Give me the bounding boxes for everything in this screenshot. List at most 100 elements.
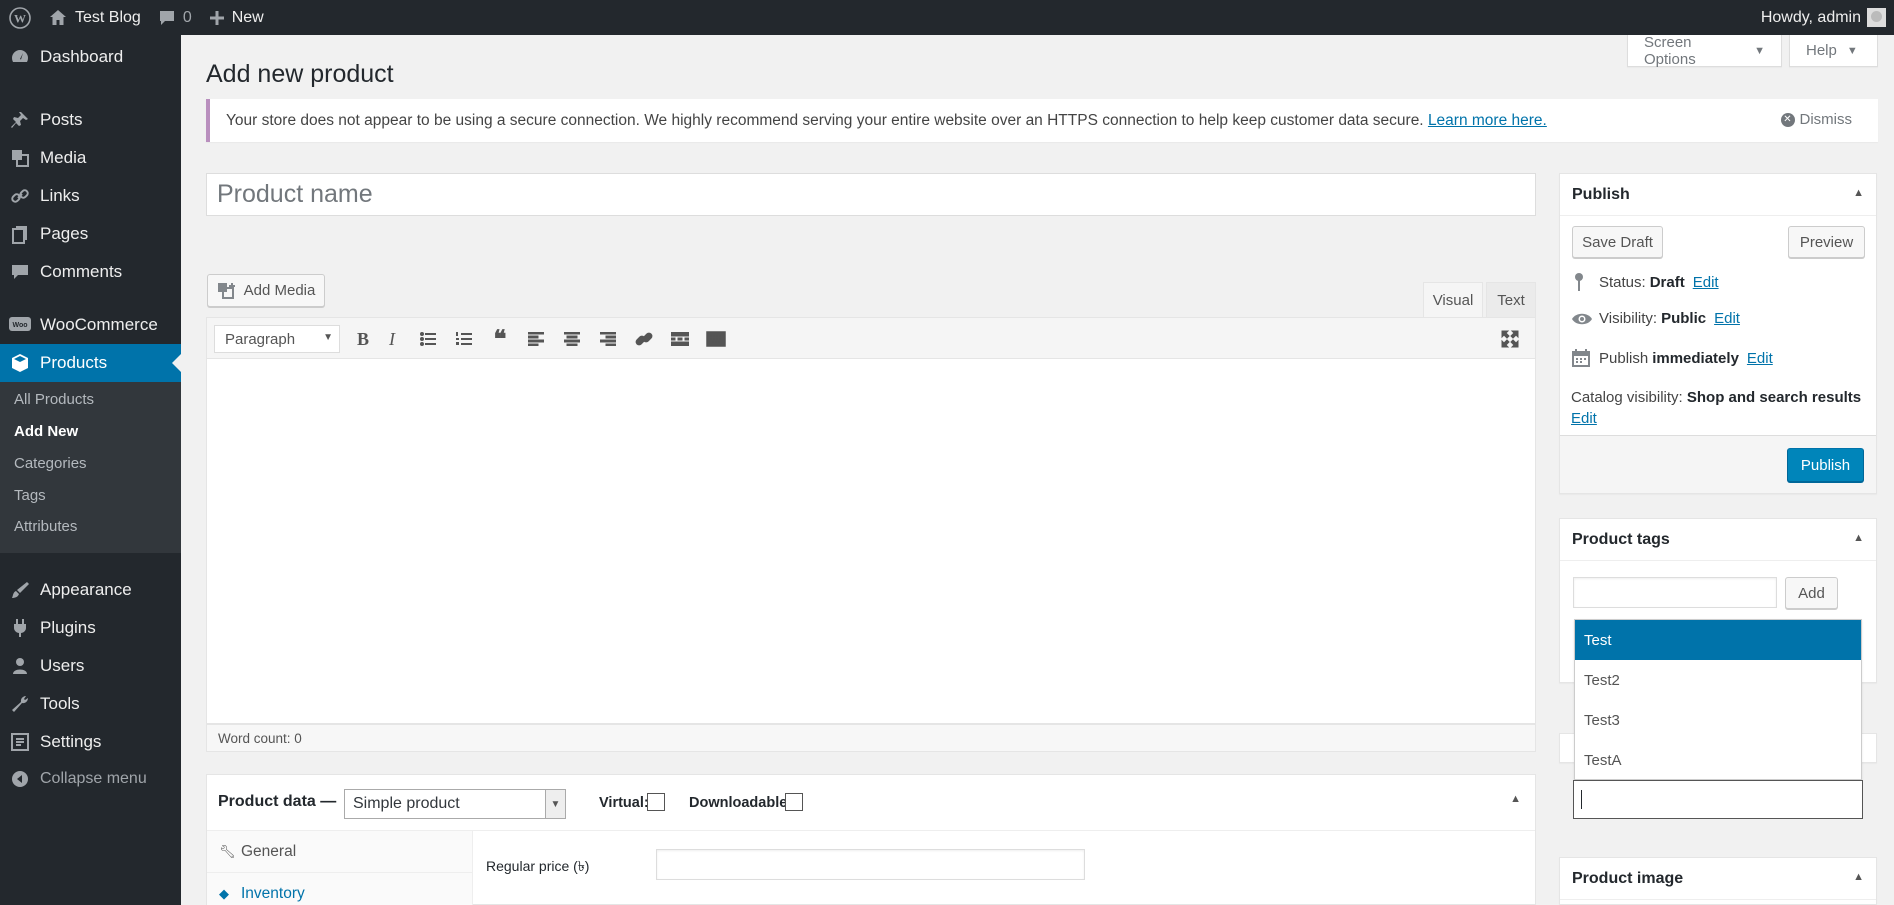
collapse-menu-button[interactable]: Collapse menu <box>0 760 181 798</box>
learn-more-link[interactable]: Learn more here. <box>1428 112 1547 130</box>
sidebar-item-woocommerce[interactable]: Woo WooCommerce <box>0 306 181 344</box>
wordpress-logo-icon[interactable]: W <box>0 0 40 35</box>
sidebar-item-settings[interactable]: Settings <box>0 723 181 761</box>
sidebar-item-dashboard[interactable]: Dashboard <box>0 38 181 76</box>
sidebar-item-pages[interactable]: Pages <box>0 215 181 253</box>
edit-catalog-visibility-link[interactable]: Edit <box>1571 410 1597 427</box>
save-draft-button[interactable]: Save Draft <box>1572 226 1663 258</box>
help-button[interactable]: Help ▼ <box>1789 35 1878 67</box>
products-icon <box>0 353 40 373</box>
italic-icon: I <box>389 328 395 349</box>
new-content-link[interactable]: New <box>201 0 273 35</box>
tab-general[interactable]: 🔧︎ General <box>207 831 473 873</box>
my-account-menu[interactable]: Howdy, admin <box>1752 0 1894 35</box>
submenu-attributes[interactable]: Attributes <box>14 518 77 535</box>
edit-visibility-link[interactable]: Edit <box>1714 310 1740 327</box>
submenu-add-new[interactable]: Add New <box>14 423 78 440</box>
editor-toolbar: Paragraph ▼ B I ❝ <box>206 317 1536 359</box>
collapse-toggle-icon[interactable]: ▲ <box>1853 871 1864 883</box>
virtual-checkbox[interactable] <box>647 793 665 811</box>
tab-text[interactable]: Text <box>1486 282 1536 317</box>
tag-search-input[interactable] <box>1573 780 1863 819</box>
comments-link[interactable]: 0 <box>150 0 201 35</box>
downloadable-checkbox[interactable] <box>785 793 803 811</box>
dismiss-button[interactable]: ✕ Dismiss <box>1780 111 1853 128</box>
product-type-value: Simple product <box>353 795 460 812</box>
tag-suggestion-item[interactable]: Test <box>1575 620 1861 660</box>
publish-actions: Publish <box>1560 435 1876 493</box>
format-select[interactable]: Paragraph ▼ <box>214 325 340 353</box>
regular-price-input[interactable] <box>656 849 1085 880</box>
collapse-toggle-icon[interactable]: ▲ <box>1510 793 1521 805</box>
sidebar-item-links[interactable]: Links <box>0 177 181 215</box>
tab-inventory[interactable]: ◆ Inventory <box>207 873 473 905</box>
sidebar-item-posts[interactable]: Posts <box>0 101 181 139</box>
tab-visual[interactable]: Visual <box>1423 282 1483 317</box>
editor-content-area[interactable] <box>206 359 1536 724</box>
screen-options-button[interactable]: Screen Options ▼ <box>1627 34 1782 68</box>
bold-button[interactable]: B <box>349 326 377 352</box>
dismiss-label: Dismiss <box>1799 111 1853 128</box>
blockquote-button[interactable]: ❝ <box>486 326 514 353</box>
sidebar-item-label: Links <box>40 186 80 205</box>
catalog-visibility-row: Catalog visibility: Shop and search resu… <box>1571 387 1871 429</box>
product-tags-header[interactable]: Product tags ▲ <box>1560 519 1876 561</box>
publish-box-header[interactable]: Publish ▲ <box>1560 174 1876 216</box>
align-right-button[interactable] <box>594 326 622 352</box>
product-name-input[interactable]: Product name <box>206 173 1536 216</box>
add-media-icon <box>217 282 235 299</box>
preview-button[interactable]: Preview <box>1788 226 1865 258</box>
submenu-tags[interactable]: Tags <box>14 487 46 504</box>
toolbar-toggle-button[interactable] <box>702 326 730 352</box>
sidebar-item-media[interactable]: Media <box>0 139 181 177</box>
sidebar-item-appearance[interactable]: Appearance <box>0 571 181 609</box>
caret-down-icon: ▼ <box>323 332 333 343</box>
publish-value: immediately <box>1652 349 1739 367</box>
bullet-list-icon <box>420 332 436 346</box>
sidebar-item-tools[interactable]: Tools <box>0 685 181 723</box>
publish-box: Publish ▲ Save Draft Preview Status: Draf… <box>1559 173 1877 494</box>
product-image-header[interactable]: Product image ▲ <box>1560 858 1876 900</box>
chevron-down-icon: ▼ <box>545 790 565 818</box>
howdy-text: Howdy, admin <box>1760 8 1861 26</box>
site-name-link[interactable]: Test Blog <box>40 0 150 35</box>
fullscreen-button[interactable] <box>1496 326 1524 352</box>
read-more-button[interactable] <box>666 326 694 352</box>
publish-button[interactable]: Publish <box>1787 448 1864 482</box>
collapse-toggle-icon[interactable]: ▲ <box>1853 532 1864 544</box>
downloadable-label: Downloadable: <box>689 795 793 811</box>
plugin-icon <box>0 618 40 638</box>
text-cursor <box>1581 790 1582 809</box>
product-type-select[interactable]: Simple product ▼ <box>344 789 566 819</box>
collapse-arrow-icon <box>0 770 40 788</box>
align-center-button[interactable] <box>558 326 586 352</box>
eye-icon <box>1571 311 1599 327</box>
add-media-button[interactable]: Add Media <box>207 274 325 307</box>
add-tag-button[interactable]: Add <box>1785 577 1838 609</box>
collapse-toggle-icon[interactable]: ▲ <box>1853 187 1864 199</box>
align-left-button[interactable] <box>522 326 550 352</box>
tag-suggestion-item[interactable]: Test2 <box>1575 660 1861 700</box>
tag-suggestion-item[interactable]: TestA <box>1575 740 1861 780</box>
plus-icon <box>209 10 224 25</box>
notice-text: Your store does not appear to be using a… <box>226 111 1424 129</box>
submenu-all-products[interactable]: All Products <box>14 391 94 408</box>
word-count: Word count: 0 <box>218 730 302 746</box>
sidebar-item-products[interactable]: Products <box>0 344 181 382</box>
submenu-categories[interactable]: Categories <box>14 455 87 472</box>
align-left-icon <box>528 332 544 346</box>
numbered-list-button[interactable] <box>450 326 478 352</box>
edit-status-link[interactable]: Edit <box>1693 274 1719 291</box>
bullet-list-button[interactable] <box>414 326 442 352</box>
insert-link-button[interactable] <box>630 326 658 352</box>
tag-input[interactable] <box>1573 577 1777 608</box>
sidebar-item-comments[interactable]: Comments <box>0 253 181 291</box>
sidebar-item-users[interactable]: Users <box>0 647 181 685</box>
sidebar-item-label: Settings <box>40 732 102 751</box>
italic-button[interactable]: I <box>378 326 406 352</box>
users-icon <box>0 656 40 676</box>
read-more-icon <box>671 332 689 346</box>
sidebar-item-plugins[interactable]: Plugins <box>0 609 181 647</box>
tag-suggestion-item[interactable]: Test3 <box>1575 700 1861 740</box>
edit-publish-date-link[interactable]: Edit <box>1747 350 1773 367</box>
